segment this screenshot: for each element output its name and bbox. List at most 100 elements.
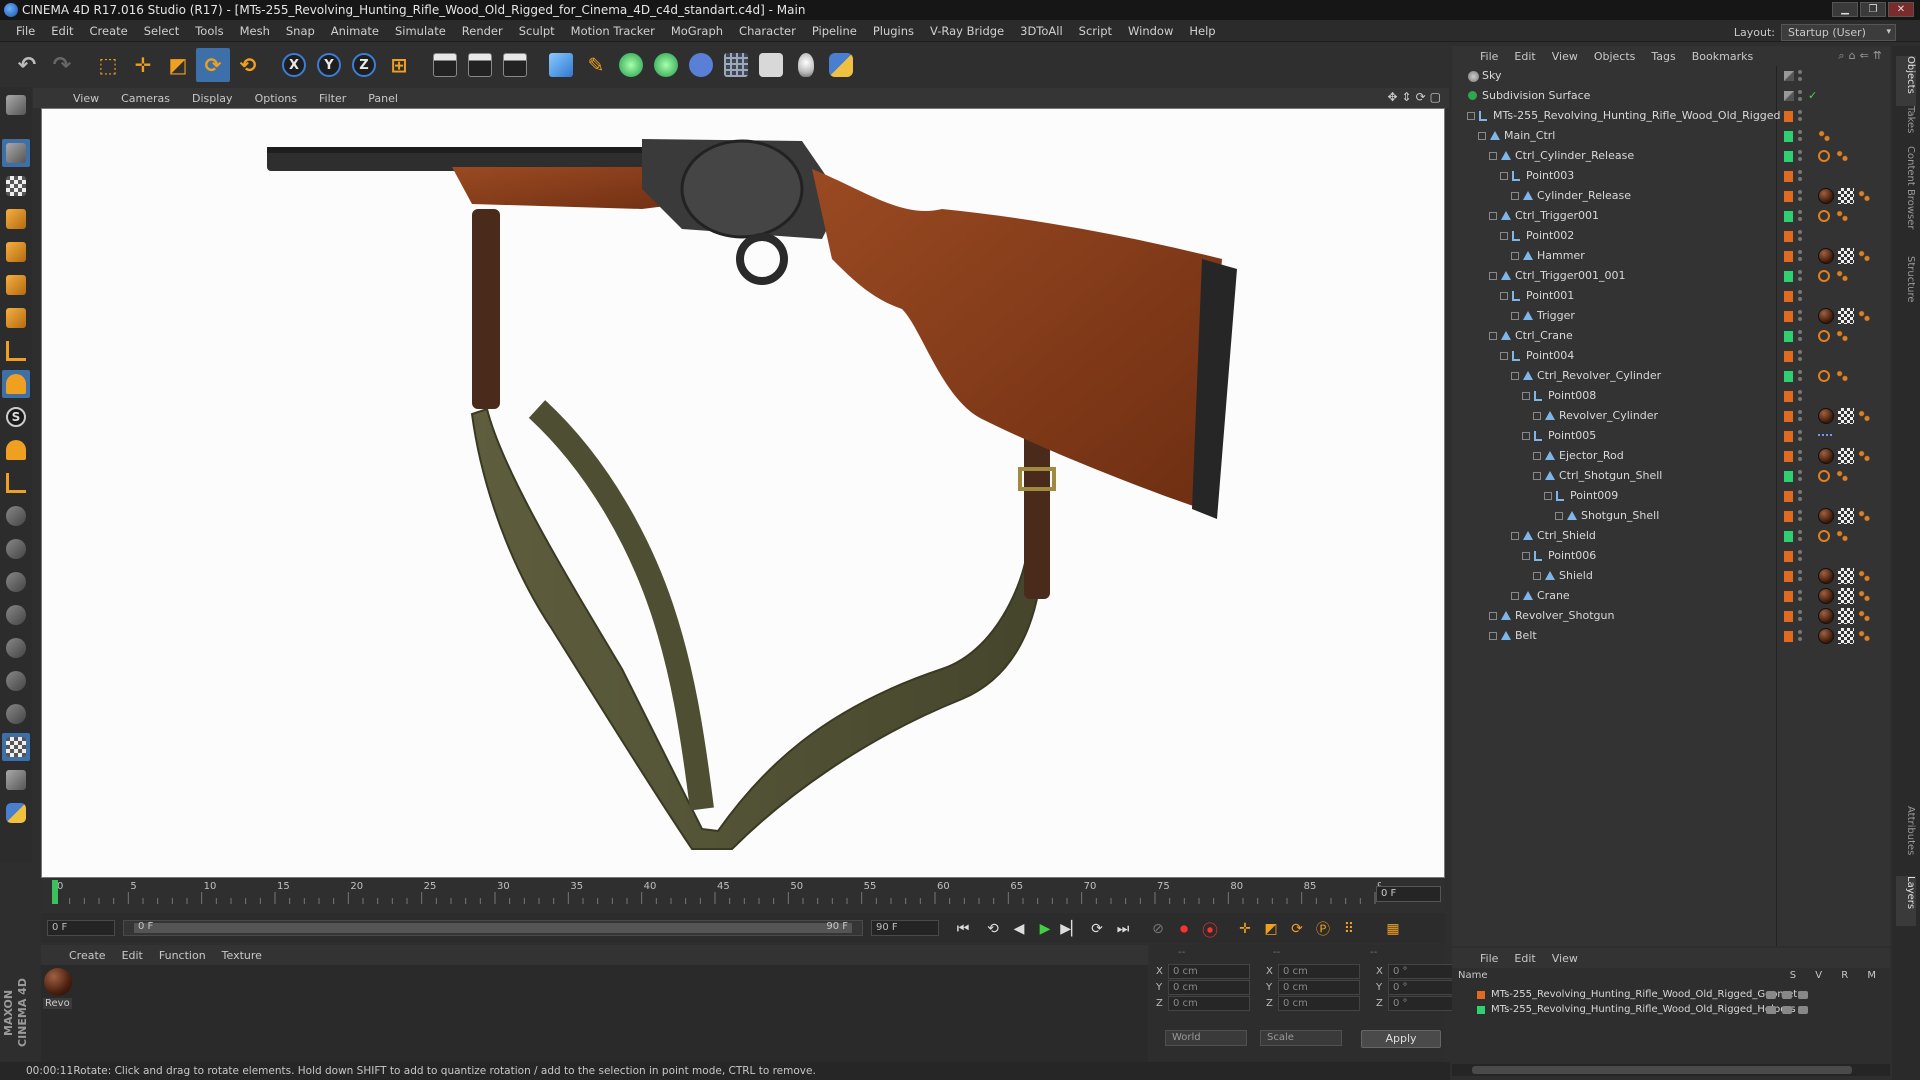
object-row[interactable]: Revolver_Cylinder bbox=[1452, 406, 1890, 426]
polygons-mode-button[interactable] bbox=[2, 304, 30, 332]
expand-toggle[interactable] bbox=[1533, 572, 1541, 580]
constraint-tag-icon[interactable] bbox=[1818, 130, 1830, 142]
position-field[interactable]: 0 cm bbox=[1168, 995, 1250, 1011]
constraint-tag-icon[interactable] bbox=[1858, 510, 1870, 522]
enabled-check-icon[interactable]: ✓ bbox=[1808, 86, 1817, 106]
object-row[interactable]: Trigger bbox=[1452, 306, 1890, 326]
object-row[interactable]: Subdivision Surface ✓ bbox=[1452, 86, 1890, 106]
constraint-tag-icon[interactable] bbox=[1836, 470, 1848, 482]
visibility-dots-icon[interactable] bbox=[1798, 589, 1802, 603]
layout-dropdown[interactable]: Startup (User) bbox=[1781, 23, 1896, 41]
viewport-menu-filter[interactable]: Filter bbox=[309, 92, 356, 105]
timeline-ruler[interactable]: 051015202530354045505560657075808590 bbox=[49, 878, 1381, 908]
expand-toggle[interactable] bbox=[1511, 372, 1519, 380]
expand-toggle[interactable] bbox=[1500, 292, 1508, 300]
layer-color-swatch[interactable] bbox=[1784, 411, 1793, 422]
constraint-tag-icon[interactable] bbox=[1858, 310, 1870, 322]
expand-toggle[interactable] bbox=[1511, 592, 1519, 600]
visibility-dots-icon[interactable] bbox=[1798, 89, 1802, 103]
layer-color-swatch[interactable] bbox=[1784, 231, 1793, 242]
current-frame-field[interactable]: 0 F bbox=[1376, 886, 1441, 902]
layer-color-swatch[interactable] bbox=[1784, 471, 1793, 482]
expand-toggle[interactable] bbox=[1533, 472, 1541, 480]
layer-color-swatch[interactable] bbox=[1784, 431, 1793, 442]
ik-tag-icon[interactable] bbox=[1818, 330, 1830, 342]
layer-color-swatch[interactable] bbox=[1784, 511, 1793, 522]
move-view-icon[interactable]: ✥ bbox=[1387, 90, 1397, 104]
expand-toggle[interactable] bbox=[1489, 272, 1497, 280]
uvw-tag-icon[interactable] bbox=[1838, 248, 1854, 264]
size-field[interactable]: 0 cm bbox=[1278, 995, 1360, 1011]
object-row[interactable]: Hammer bbox=[1452, 246, 1890, 266]
layer-color-swatch[interactable] bbox=[1784, 291, 1793, 302]
menu-select[interactable]: Select bbox=[136, 24, 187, 38]
expand-toggle[interactable] bbox=[1511, 312, 1519, 320]
texture-mode-button[interactable] bbox=[2, 172, 30, 200]
workplane-mode-button[interactable] bbox=[2, 205, 30, 233]
key-rotation-icon[interactable]: ⟳ bbox=[1285, 918, 1309, 940]
layer-color-swatch[interactable] bbox=[1784, 271, 1793, 282]
layer-color-swatch[interactable] bbox=[1784, 191, 1793, 202]
constraint-tag-icon[interactable] bbox=[1836, 270, 1848, 282]
expand-toggle[interactable] bbox=[1555, 512, 1563, 520]
recent-tool-button[interactable]: ⟲ bbox=[231, 48, 265, 82]
object-row[interactable]: Point006 bbox=[1452, 546, 1890, 566]
material-menu-texture[interactable]: Texture bbox=[214, 949, 270, 962]
ik-tag-icon[interactable] bbox=[1818, 150, 1830, 162]
material-tag-icon[interactable] bbox=[1818, 448, 1834, 464]
uvw-tag-icon[interactable] bbox=[1838, 308, 1854, 324]
object-row[interactable]: Point009 bbox=[1452, 486, 1890, 506]
layer-menu-view[interactable]: View bbox=[1544, 952, 1586, 965]
object-menu-objects[interactable]: Objects bbox=[1586, 50, 1644, 63]
menu-edit[interactable]: Edit bbox=[43, 24, 81, 38]
object-row[interactable]: MTs-255_Revolving_Hunting_Rifle_Wood_Old… bbox=[1452, 106, 1890, 126]
constraint-tag-icon[interactable] bbox=[1836, 370, 1848, 382]
material-tag-icon[interactable] bbox=[1818, 508, 1834, 524]
add-generator-button[interactable] bbox=[614, 48, 648, 82]
sculpt-brush-4-button[interactable] bbox=[2, 601, 30, 629]
layer-color-swatch[interactable] bbox=[1784, 491, 1793, 502]
move-button[interactable]: ✛ bbox=[126, 48, 160, 82]
frame-range-slider[interactable]: 0 F 90 F bbox=[123, 920, 863, 936]
layer-color-swatch[interactable] bbox=[1784, 171, 1793, 182]
maximize-view-icon[interactable]: ▢ bbox=[1430, 90, 1441, 104]
menu-tools[interactable]: Tools bbox=[187, 24, 231, 38]
layer-toggle-icon[interactable] bbox=[1782, 991, 1792, 999]
visibility-dots-icon[interactable] bbox=[1798, 369, 1802, 383]
visibility-dots-icon[interactable] bbox=[1798, 569, 1802, 583]
object-menu-tags[interactable]: Tags bbox=[1643, 50, 1683, 63]
constraint-tag-icon[interactable] bbox=[1858, 590, 1870, 602]
previous-key-button[interactable]: ⟲ bbox=[981, 918, 1005, 940]
go-to-end-button[interactable]: ⏭ bbox=[1111, 918, 1135, 940]
layer-toggle-icon[interactable] bbox=[1766, 991, 1776, 999]
uvw-tag-icon[interactable] bbox=[1838, 628, 1854, 644]
end-frame-field[interactable]: 90 F bbox=[871, 920, 939, 936]
object-row[interactable]: Shield bbox=[1452, 566, 1890, 586]
object-row[interactable]: Point002 bbox=[1452, 226, 1890, 246]
visibility-dots-icon[interactable] bbox=[1798, 109, 1802, 123]
key-point-level-icon[interactable]: ⠿ bbox=[1337, 918, 1361, 940]
rotate-view-icon[interactable]: ⟳ bbox=[1416, 90, 1426, 104]
object-row[interactable]: Point004 bbox=[1452, 346, 1890, 366]
python-left-button[interactable] bbox=[2, 799, 30, 827]
menu-create[interactable]: Create bbox=[82, 24, 136, 38]
menu-character[interactable]: Character bbox=[731, 24, 804, 38]
selection-tag-icon[interactable] bbox=[1818, 434, 1832, 438]
play-button[interactable]: ▶ bbox=[1033, 918, 1057, 940]
y-axis-button[interactable]: Y bbox=[312, 48, 346, 82]
ik-tag-icon[interactable] bbox=[1818, 370, 1830, 382]
object-row[interactable]: Ctrl_Trigger001 bbox=[1452, 206, 1890, 226]
visibility-dots-icon[interactable] bbox=[1798, 549, 1802, 563]
visibility-dots-icon[interactable] bbox=[1798, 609, 1802, 623]
expand-toggle[interactable] bbox=[1533, 452, 1541, 460]
visibility-dots-icon[interactable] bbox=[1798, 269, 1802, 283]
visibility-dots-icon[interactable] bbox=[1798, 349, 1802, 363]
expand-toggle[interactable] bbox=[1511, 252, 1519, 260]
object-row[interactable]: Ctrl_Shotgun_Shell bbox=[1452, 466, 1890, 486]
next-frame-button[interactable]: ▶▏ bbox=[1059, 918, 1083, 940]
snap-button[interactable] bbox=[2, 436, 30, 464]
layer-horizontal-scrollbar[interactable] bbox=[1452, 1064, 1890, 1076]
uvw-tag-icon[interactable] bbox=[1838, 588, 1854, 604]
solo-button[interactable]: S bbox=[2, 403, 30, 431]
python-button[interactable] bbox=[824, 48, 858, 82]
